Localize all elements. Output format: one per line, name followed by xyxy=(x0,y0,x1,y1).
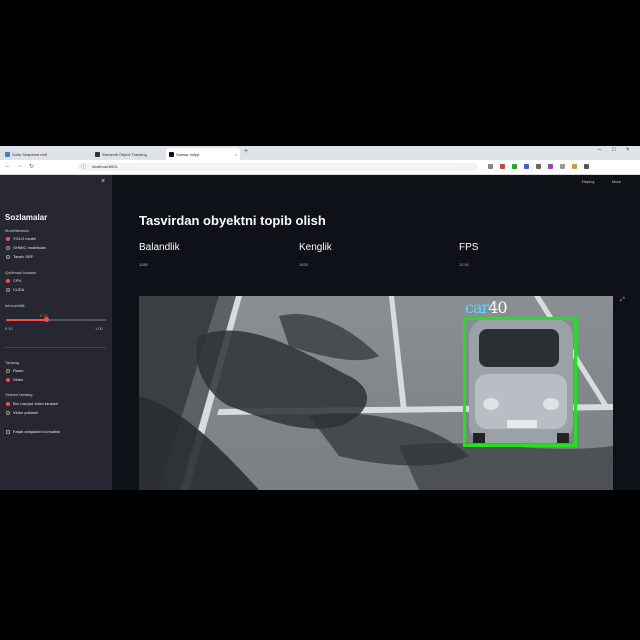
sidebar-title: Sozlamalar xyxy=(5,213,48,222)
slider-thumb[interactable] xyxy=(44,317,49,322)
screen: Sofia Snapshot nafl Streamlit Object Tra… xyxy=(0,146,640,490)
radio-model-2[interactable]: Tavsiv SRF xyxy=(6,254,33,259)
more-menu-button[interactable]: More xyxy=(612,179,621,184)
extension-icon[interactable] xyxy=(500,164,505,169)
browser-toolbar: ← → ↻ ⓘ localhost:8501 xyxy=(0,160,640,175)
detection-only-checkbox[interactable]: Faqat aniqlashni ko'rsatish xyxy=(6,429,60,434)
fullscreen-icon[interactable]: ⤢ xyxy=(620,297,625,304)
browser-tabbar: Sofia Snapshot nafl Streamlit Object Tra… xyxy=(0,146,640,160)
browser-tab[interactable]: Sofia Snapshot nafl xyxy=(2,148,82,160)
source-group-label: Tanlang xyxy=(5,360,20,365)
metric-fps-label: FPS xyxy=(459,242,479,253)
video-frame: car40 xyxy=(139,296,613,490)
video-group-label: Videoni tanlang xyxy=(5,392,33,397)
radio-unselected-icon xyxy=(6,368,10,373)
maximize-icon[interactable]: □ xyxy=(612,147,616,153)
radio-device-cpu[interactable]: CPU xyxy=(6,278,21,283)
radio-unselected-icon xyxy=(6,245,10,250)
radio-unselected-icon xyxy=(6,287,10,292)
radio-model-0[interactable]: YOLO model xyxy=(6,236,36,241)
main-content: Deploy More Tasvirdan obyektni topib oli… xyxy=(112,175,640,490)
browser-tab[interactable]: Streamlit Object Tracking xyxy=(92,148,162,160)
extensions-bar xyxy=(488,164,589,169)
browser-tab-active[interactable]: Sarwar mlfpjt × xyxy=(166,148,240,160)
slider-fill xyxy=(6,319,46,321)
radio-source-image[interactable]: Rasm xyxy=(6,368,23,373)
metric-width-value: 1920 xyxy=(299,262,308,267)
reload-icon[interactable]: ↻ xyxy=(29,163,34,170)
page-title: Tasvirdan obyektni topib olish xyxy=(139,213,326,228)
slider-min: 0.10 xyxy=(5,326,13,331)
extension-icon[interactable] xyxy=(536,164,541,169)
tab-favicon-icon xyxy=(95,151,100,157)
metric-height-value: 1080 xyxy=(139,262,148,267)
sidebar: × Sozlamalar Modeltanlash YOLO model GHM… xyxy=(0,175,112,490)
radio-unselected-icon xyxy=(6,410,10,415)
radio-video-existing[interactable]: Bor mavjud video tanlash xyxy=(6,401,58,406)
deploy-button[interactable]: Deploy xyxy=(582,179,594,184)
close-sidebar-icon[interactable]: × xyxy=(101,178,105,185)
sidebar-divider xyxy=(5,347,106,348)
radio-video-upload[interactable]: Video yuklash xyxy=(6,410,38,415)
tab-close-icon[interactable]: × xyxy=(235,152,237,157)
model-group-label: Modeltanlash xyxy=(5,228,29,233)
tab-favicon-icon xyxy=(5,151,10,157)
new-tab-icon[interactable]: + xyxy=(244,148,248,155)
extension-icon[interactable] xyxy=(512,164,517,169)
minimize-icon[interactable]: – xyxy=(598,147,601,153)
radio-selected-icon xyxy=(6,377,10,382)
extension-icon[interactable] xyxy=(548,164,553,169)
extension-icon[interactable] xyxy=(560,164,565,169)
radio-device-cuda[interactable]: CUDA xyxy=(6,287,24,292)
device-group-label: Qurilmani tanlash xyxy=(5,270,37,275)
metric-fps-value: 12.91 xyxy=(459,262,470,267)
url-text: localhost:8501 xyxy=(92,164,118,169)
menu-icon[interactable] xyxy=(584,164,589,169)
metric-width-label: Kenglik xyxy=(299,242,332,253)
detection-label: car40 xyxy=(465,298,508,317)
close-window-icon[interactable]: × xyxy=(626,147,630,153)
tab-favicon-icon xyxy=(169,151,174,157)
checkbox-icon xyxy=(6,429,10,434)
extension-icon[interactable] xyxy=(524,164,529,169)
confidence-slider[interactable] xyxy=(6,317,106,322)
radio-selected-icon xyxy=(6,278,10,283)
radio-source-video[interactable]: Video xyxy=(6,377,23,382)
confidence-label: Ishonchlilik xyxy=(5,303,25,308)
radio-unselected-icon xyxy=(6,254,10,259)
tab-title: Sarwar mlfpjt xyxy=(176,151,200,157)
radio-selected-icon xyxy=(6,401,10,406)
back-icon[interactable]: ← xyxy=(5,163,11,169)
info-icon: ⓘ xyxy=(81,164,87,170)
tab-title: Streamlit Object Tracking xyxy=(102,151,147,157)
slider-max: 1.00 xyxy=(95,326,103,331)
metric-height-label: Balandlik xyxy=(139,242,180,253)
tab-title: Sofia Snapshot nafl xyxy=(12,151,47,157)
address-bar[interactable]: ⓘ localhost:8501 xyxy=(78,163,478,171)
forward-icon[interactable]: → xyxy=(17,163,23,169)
radio-selected-icon xyxy=(6,236,10,241)
detection-bounding-box xyxy=(463,317,577,447)
extension-icon[interactable] xyxy=(572,164,577,169)
radio-model-1[interactable]: GHMIC modelidan xyxy=(6,245,46,250)
extension-icon[interactable] xyxy=(488,164,493,169)
